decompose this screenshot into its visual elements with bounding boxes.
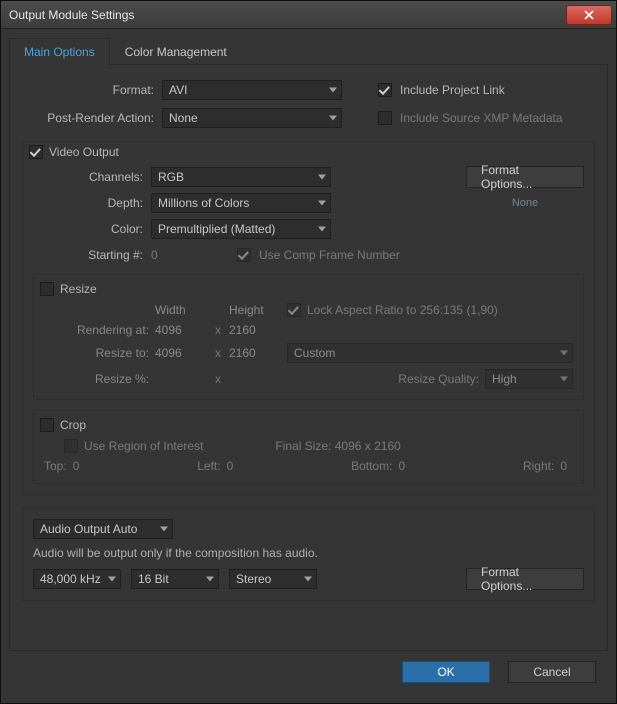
audio-channels-select[interactable]: Stereo bbox=[229, 569, 317, 589]
video-color-value: Premultiplied (Matted) bbox=[158, 222, 275, 236]
resize-preset-select[interactable]: Custom bbox=[287, 343, 573, 363]
caret-down-icon bbox=[560, 377, 568, 382]
audio-output-mode-value: Audio Output Auto bbox=[40, 522, 137, 536]
resize-group: Resize Width Height Lock Aspect Ratio to… bbox=[33, 274, 584, 400]
resize-to-width[interactable]: 4096 bbox=[155, 346, 207, 360]
window-title: Output Module Settings bbox=[9, 8, 566, 22]
video-output-checkbox[interactable] bbox=[29, 145, 43, 159]
caret-down-icon bbox=[329, 88, 337, 93]
video-color-label: Color: bbox=[33, 222, 143, 236]
close-button[interactable] bbox=[566, 5, 612, 25]
rendering-at-label: Rendering at: bbox=[44, 323, 149, 337]
crop-right-value[interactable]: 0 bbox=[560, 459, 567, 473]
final-size: Final Size: 4096 x 2160 bbox=[275, 439, 400, 453]
close-icon bbox=[584, 10, 594, 20]
resize-label: Resize bbox=[60, 282, 97, 296]
resize-to-height[interactable]: 2160 bbox=[229, 346, 281, 360]
audio-bits-value: 16 Bit bbox=[138, 572, 169, 586]
caret-down-icon bbox=[318, 201, 326, 206]
audio-output-mode-select[interactable]: Audio Output Auto bbox=[33, 519, 173, 539]
ok-button[interactable]: OK bbox=[402, 661, 490, 683]
channels-select[interactable]: RGB bbox=[151, 167, 331, 187]
format-value: AVI bbox=[169, 83, 187, 97]
resize-to-label: Resize to: bbox=[44, 346, 149, 360]
caret-down-icon bbox=[560, 351, 568, 356]
caret-down-icon bbox=[329, 116, 337, 121]
post-render-action-select[interactable]: None bbox=[162, 108, 342, 128]
crop-left-value[interactable]: 0 bbox=[227, 459, 234, 473]
post-render-action-value: None bbox=[169, 111, 198, 125]
resize-quality-value: High bbox=[492, 372, 517, 386]
channels-label: Channels: bbox=[33, 170, 143, 184]
rendering-height: 2160 bbox=[229, 323, 281, 337]
depth-select[interactable]: Millions of Colors bbox=[151, 193, 331, 213]
audio-rate-select[interactable]: 48,000 kHz bbox=[33, 569, 121, 589]
window: Output Module Settings Main Options Colo… bbox=[0, 0, 617, 704]
audio-bits-select[interactable]: 16 Bit bbox=[131, 569, 219, 589]
format-label: Format: bbox=[22, 83, 154, 97]
video-format-options-button[interactable]: Format Options... bbox=[466, 166, 584, 188]
channels-value: RGB bbox=[158, 170, 184, 184]
starting-number-value[interactable]: 0 bbox=[151, 248, 191, 262]
use-comp-frame-number-checkbox[interactable] bbox=[237, 248, 251, 262]
audio-channels-value: Stereo bbox=[236, 572, 271, 586]
caret-down-icon bbox=[304, 577, 312, 582]
crop-left-label: Left: bbox=[197, 459, 220, 473]
titlebar: Output Module Settings bbox=[1, 1, 616, 29]
resize-quality-label: Resize Quality: bbox=[398, 372, 479, 386]
audio-group: Audio Output Auto Audio will be output o… bbox=[22, 507, 595, 601]
audio-format-options-button[interactable]: Format Options... bbox=[466, 568, 584, 590]
content: Main Options Color Management Format: AV… bbox=[1, 29, 616, 703]
crop-bottom-label: Bottom: bbox=[351, 459, 392, 473]
caret-down-icon bbox=[160, 527, 168, 532]
tab-main-options[interactable]: Main Options bbox=[9, 38, 110, 65]
cancel-button[interactable]: Cancel bbox=[508, 661, 596, 683]
top-section: Format: AVI Include Project Link Post-Re… bbox=[22, 79, 595, 129]
lock-aspect-checkbox[interactable] bbox=[287, 303, 301, 317]
resize-preset-value: Custom bbox=[294, 346, 335, 360]
crop-group: Crop Use Region of Interest Final Size: … bbox=[33, 410, 584, 484]
audio-note: Audio will be output only if the composi… bbox=[33, 546, 318, 560]
crop-bottom-value[interactable]: 0 bbox=[398, 459, 405, 473]
caret-down-icon bbox=[206, 577, 214, 582]
tabs: Main Options Color Management bbox=[9, 37, 608, 65]
resize-height-header: Height bbox=[229, 303, 281, 317]
include-project-link-label: Include Project Link bbox=[400, 83, 505, 97]
use-roi-label: Use Region of Interest bbox=[84, 439, 203, 453]
video-output-label: Video Output bbox=[49, 145, 119, 159]
resize-quality-select[interactable]: High bbox=[485, 369, 573, 389]
use-roi-checkbox[interactable] bbox=[64, 439, 78, 453]
main-panel: Format: AVI Include Project Link Post-Re… bbox=[9, 65, 608, 651]
include-xmp-label: Include Source XMP Metadata bbox=[400, 111, 563, 125]
depth-value: Millions of Colors bbox=[158, 196, 249, 210]
crop-right-label: Right: bbox=[523, 459, 554, 473]
starting-number-label: Starting #: bbox=[33, 248, 143, 262]
format-select[interactable]: AVI bbox=[162, 80, 342, 100]
video-color-select[interactable]: Premultiplied (Matted) bbox=[151, 219, 331, 239]
resize-checkbox[interactable] bbox=[40, 282, 54, 296]
crop-top-value[interactable]: 0 bbox=[73, 459, 80, 473]
caret-down-icon bbox=[108, 577, 116, 582]
caret-down-icon bbox=[318, 227, 326, 232]
depth-label: Depth: bbox=[33, 196, 143, 210]
crop-top-label: Top: bbox=[44, 459, 67, 473]
resize-pct-label: Resize %: bbox=[44, 372, 149, 386]
caret-down-icon bbox=[318, 175, 326, 180]
audio-rate-value: 48,000 kHz bbox=[40, 572, 101, 586]
include-project-link-checkbox[interactable] bbox=[378, 83, 392, 97]
include-xmp-checkbox[interactable] bbox=[378, 111, 392, 125]
lock-aspect-label: Lock Aspect Ratio to 256:135 (1,90) bbox=[307, 303, 498, 317]
tab-color-management[interactable]: Color Management bbox=[110, 38, 242, 65]
crop-checkbox[interactable] bbox=[40, 418, 54, 432]
footer: OK Cancel bbox=[9, 651, 608, 695]
rendering-width: 4096 bbox=[155, 323, 207, 337]
codec-hint: None bbox=[466, 197, 584, 209]
crop-label: Crop bbox=[60, 418, 86, 432]
use-comp-frame-number-label: Use Comp Frame Number bbox=[259, 248, 400, 262]
post-render-action-label: Post-Render Action: bbox=[22, 111, 154, 125]
video-output-group: Video Output Channels: RGB Format Option… bbox=[22, 141, 595, 495]
resize-width-header: Width bbox=[155, 303, 207, 317]
